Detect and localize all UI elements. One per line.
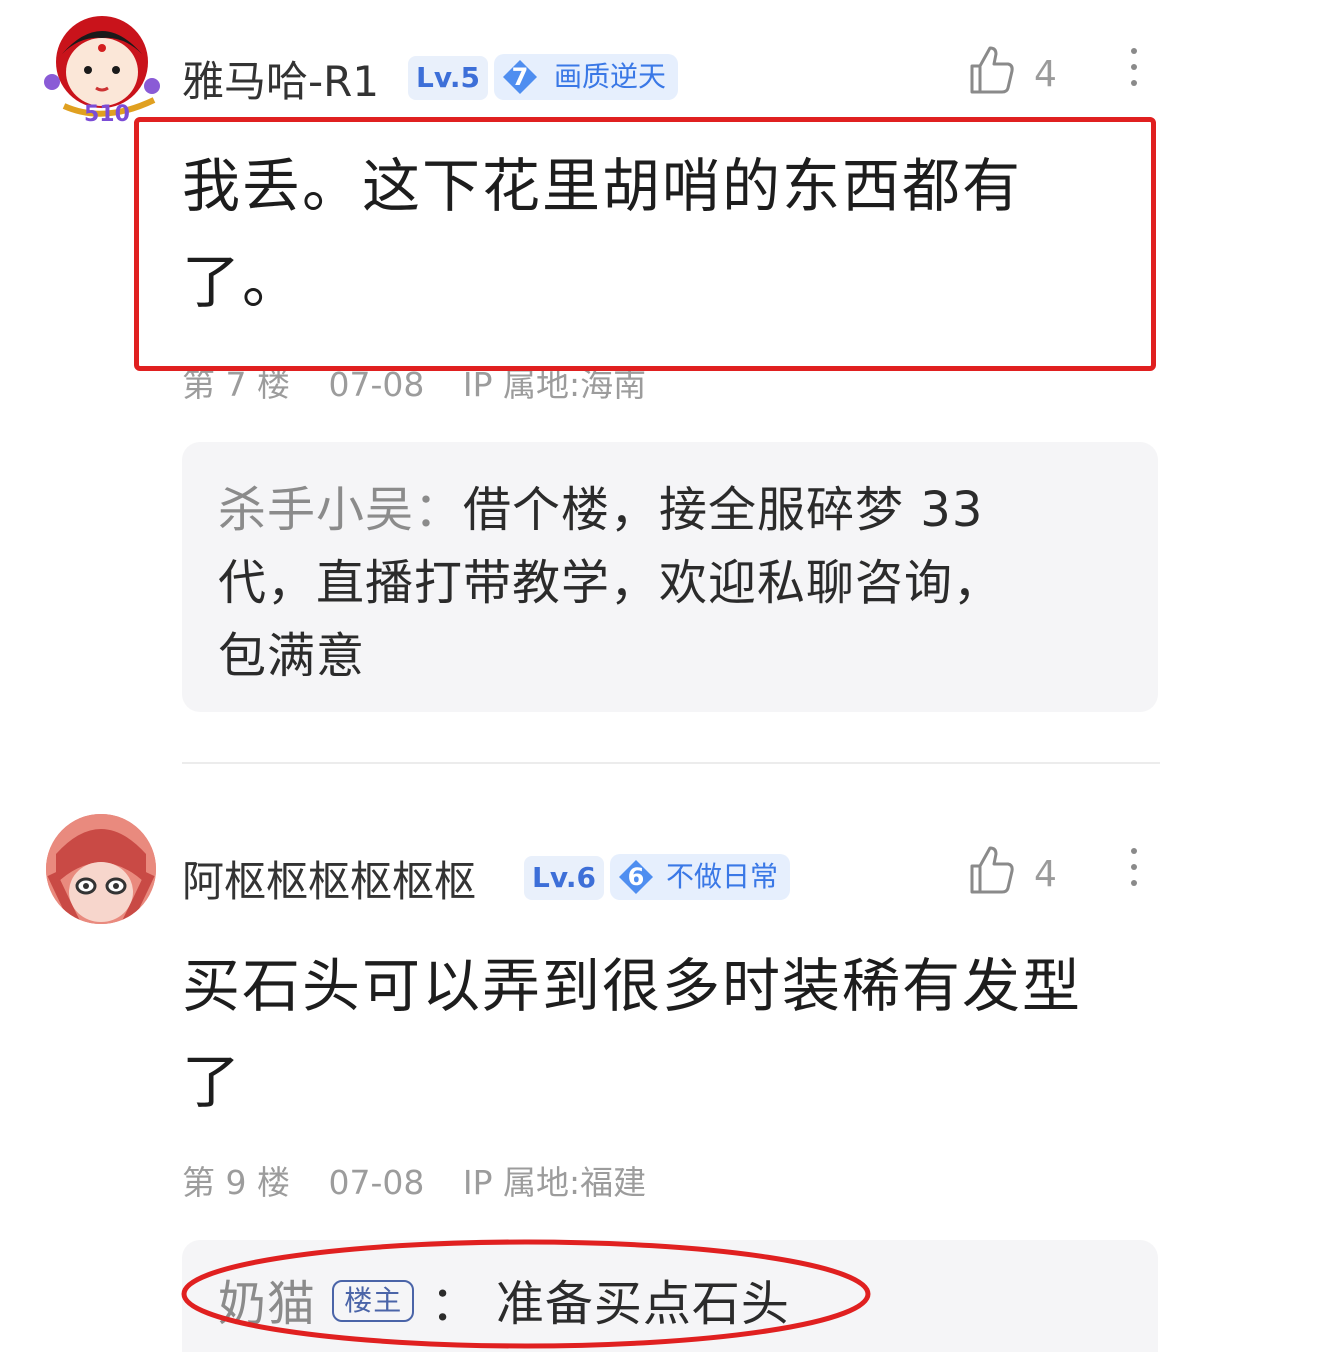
badge-level-icon: 6 bbox=[618, 859, 654, 895]
like-button[interactable] bbox=[966, 844, 1016, 900]
username[interactable]: 雅马哈-R1 bbox=[182, 48, 379, 109]
username[interactable]: 阿枢枢枢枢枢枢 bbox=[182, 848, 476, 909]
ip-location: IP 属地:福建 bbox=[462, 1163, 647, 1202]
level-badge: Lv.5 bbox=[408, 56, 488, 100]
reply-text: 杀手小吴：借个楼，接全服碎梦 33 代，直播打带教学，欢迎私聊咨询， 包满意 bbox=[218, 474, 1118, 693]
reply-line: 杀手小吴：借个楼，接全服碎梦 33 bbox=[218, 474, 1118, 547]
avatar[interactable]: 510 bbox=[44, 14, 164, 126]
highlight-ellipse bbox=[181, 1239, 871, 1349]
thumbs-up-icon bbox=[970, 846, 1014, 894]
fan-badge[interactable]: 7 画质逆天 bbox=[494, 54, 679, 100]
comment-meta: 第 9 楼 07-08 IP 属地:福建 bbox=[182, 1156, 674, 1204]
badge-number: 7 bbox=[511, 63, 529, 91]
fan-badge[interactable]: 6 不做日常 bbox=[610, 854, 791, 900]
badge-number: 6 bbox=[627, 863, 645, 891]
like-count: 4 bbox=[1034, 54, 1057, 95]
badge-level-icon: 7 bbox=[502, 59, 538, 95]
avatar-image bbox=[46, 814, 156, 924]
reply-line: 代，直播打带教学，欢迎私聊咨询， bbox=[218, 555, 1003, 611]
thumbs-up-icon bbox=[970, 46, 1014, 94]
comment-text-line: 我丢。这下花里胡哨的东西都有 bbox=[182, 152, 1023, 220]
avatar[interactable] bbox=[46, 814, 156, 924]
comment-text-line: 买石头可以弄到很多时装稀有发型 bbox=[182, 952, 1083, 1020]
badge-label: 不做日常 bbox=[666, 860, 779, 893]
comment-divider bbox=[182, 762, 1160, 764]
comment-text: 买石头可以弄到很多时装稀有发型 了 bbox=[182, 938, 1182, 1130]
avatar-badge: 510 bbox=[84, 102, 130, 126]
more-icon[interactable] bbox=[1130, 48, 1138, 96]
reply-line: 包满意 bbox=[218, 628, 366, 684]
comment-date: 07-08 bbox=[328, 1163, 425, 1202]
more-icon[interactable] bbox=[1130, 848, 1138, 896]
floor-number: 第 9 楼 bbox=[182, 1163, 290, 1202]
reply-content: 借个楼，接全服碎梦 33 bbox=[463, 482, 984, 538]
badge-label: 画质逆天 bbox=[554, 60, 667, 93]
comment-text-line: 了。 bbox=[182, 248, 303, 316]
level-badge: Lv.6 bbox=[524, 856, 604, 900]
comment-text-line: 了 bbox=[182, 1048, 243, 1116]
like-button[interactable] bbox=[966, 44, 1016, 100]
comment-text: 我丢。这下花里胡哨的东西都有 了。 bbox=[182, 138, 1122, 330]
reply-author[interactable]: 杀手小吴： bbox=[218, 482, 463, 538]
reply-box[interactable]: 杀手小吴：借个楼，接全服碎梦 33 代，直播打带教学，欢迎私聊咨询， 包满意 bbox=[182, 442, 1158, 712]
like-count: 4 bbox=[1034, 854, 1057, 895]
